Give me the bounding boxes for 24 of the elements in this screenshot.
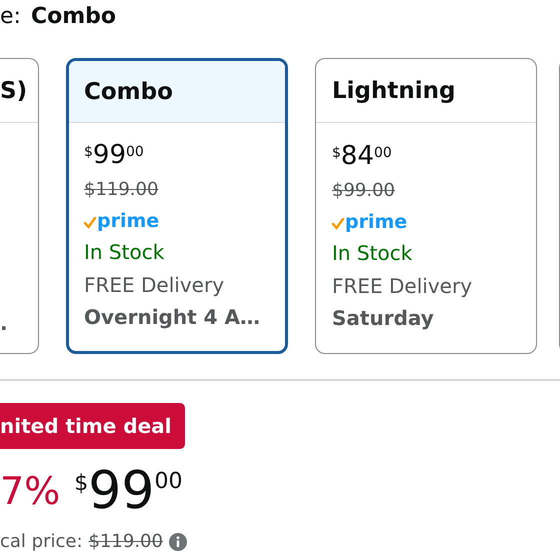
option-title: Lightning	[332, 78, 456, 104]
discount-percent: 7%	[0, 469, 60, 513]
typical-price: $119.00	[88, 531, 163, 552]
style-option-card[interactable]: S) .	[0, 58, 39, 354]
list-price: $99.00	[332, 180, 395, 201]
check-icon	[84, 216, 96, 228]
list-price: $119.00	[84, 179, 158, 200]
delivery-date: Overnight 4 A…	[84, 305, 260, 329]
delivery-label: FREE Delivery	[84, 273, 224, 297]
delivery-date: Saturday	[332, 306, 434, 330]
delivery-date: .	[0, 311, 8, 335]
check-icon	[332, 218, 344, 230]
prime-label: prime	[345, 211, 408, 233]
stock-status: In Stock	[84, 240, 164, 264]
delivery-label: FREE Delivery	[332, 274, 472, 298]
style-label: e:	[0, 4, 21, 29]
option-title: S)	[0, 78, 28, 104]
typical-price-label: cal price:	[0, 531, 83, 552]
selected-style: Combo	[30, 4, 116, 29]
info-icon[interactable]	[168, 532, 187, 550]
deal-badge: nited time deal	[0, 403, 185, 449]
option-title: Combo	[84, 78, 173, 104]
prime-label: prime	[97, 210, 160, 232]
stock-status: In Stock	[332, 241, 412, 265]
